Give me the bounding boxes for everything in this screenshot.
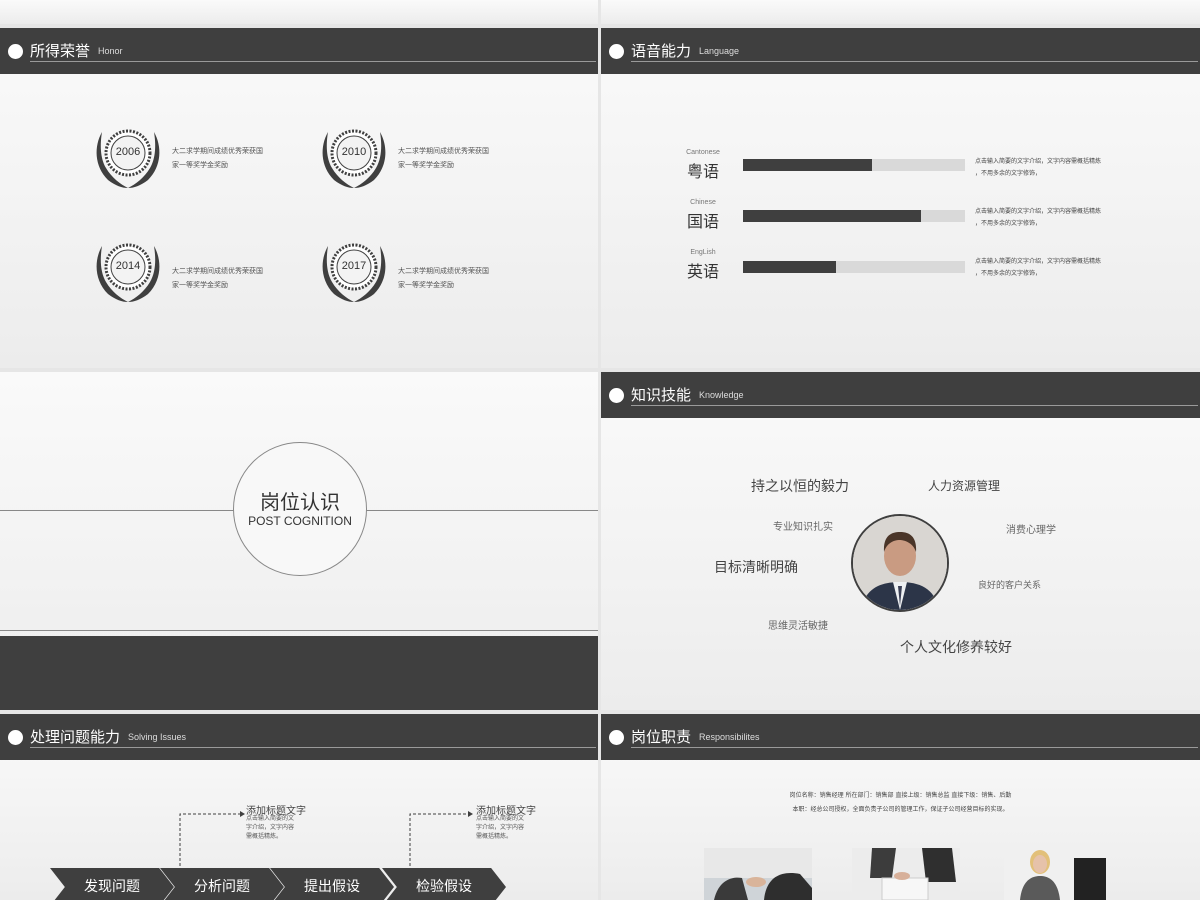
- skill-keyword: 良好的客户关系: [978, 581, 1042, 591]
- honor-description: 大二求学期间成绩优秀荣获国 家一等奖学金奖励: [398, 267, 489, 289]
- honor-description: 大二求学期间成绩优秀荣获国 家一等奖学金奖励: [172, 147, 263, 169]
- language-level-bar: [743, 159, 965, 171]
- note-description: 点击输入简要的文 字介绍，文字内容 需概括精炼。: [246, 815, 295, 840]
- skill-keyword: 人力资源管理: [928, 479, 1001, 493]
- slide-language[interactable]: 语音能力 Language Cantonese 粤语 点击输入简要的文字介绍，文…: [601, 28, 1200, 368]
- process-step-arrow: 检验假设: [382, 868, 506, 900]
- bullet-icon: [609, 44, 624, 59]
- slide-top-right-partial: [601, 0, 1200, 24]
- language-name-en: EngLish: [690, 249, 716, 256]
- slide-honor[interactable]: 所得荣誉 Honor 2006 大二求学期间成绩优秀荣获国 家一等奖学金奖励 20…: [0, 28, 598, 368]
- note-description: 点击输入简要的文 字介绍，文字内容 需概括精炼。: [476, 815, 525, 840]
- honor-year: 2017: [341, 260, 367, 272]
- language-name-cn: 英语: [686, 262, 719, 281]
- avatar: [851, 514, 949, 612]
- process-step-arrow: 提出假设: [270, 868, 394, 900]
- skill-keyword: 专业知识扎实: [773, 522, 833, 533]
- slide-subtitle: Honor: [98, 46, 123, 56]
- header-divider: [30, 61, 596, 62]
- section-subtitle: POST COGNITION: [248, 514, 352, 528]
- language-level-bar: [743, 210, 965, 222]
- skill-keyword: 持之以恒的毅力: [751, 479, 849, 495]
- language-description: 点击输入简要的文字介绍，文字内容需概括精炼 ，不用多余的文字修饰，: [975, 208, 1102, 227]
- language-level-fill: [743, 159, 872, 171]
- honor-year: 2006: [115, 146, 141, 158]
- honor-year: 2014: [115, 260, 141, 272]
- slide-post-cognition[interactable]: 岗位认识 POST COGNITION: [0, 372, 598, 710]
- skill-keyword: 目标清晰明确: [714, 560, 798, 576]
- language-name-cn: 粤语: [686, 162, 719, 181]
- slide-title: 岗位职责: [631, 728, 692, 746]
- laurel-wreath-icon: 2017: [318, 236, 390, 304]
- laurel-wreath-icon: 2006: [92, 122, 164, 190]
- language-name-cn: 国语: [686, 212, 719, 231]
- slide-header: 所得荣誉 Honor: [0, 28, 598, 74]
- job-info-line: 岗位名称：销售经理 所在部门：销售部 直接上级：销售总监 直接下级：销售、后勤: [789, 792, 1012, 799]
- slide-title: 知识技能: [631, 386, 692, 404]
- process-step-arrow: 分析问题: [160, 868, 284, 900]
- slide-knowledge[interactable]: 知识技能 Knowledge 持之以恒的毅力 人力资源管理 专业知识扎实 消费心…: [601, 372, 1200, 710]
- slide-header: 语音能力 Language: [601, 28, 1200, 74]
- slide-header: 岗位职责 Responsibilites: [601, 714, 1200, 760]
- header-divider: [631, 747, 1198, 748]
- business-documents-photo: [852, 848, 960, 900]
- bullet-icon: [8, 44, 23, 59]
- language-name-en: Cantonese: [686, 149, 720, 156]
- section-title: 岗位认识: [260, 490, 340, 514]
- language-level-fill: [743, 210, 921, 222]
- language-level-fill: [743, 261, 837, 273]
- bullet-icon: [609, 388, 624, 403]
- skill-keyword: 思维灵活敏捷: [768, 621, 828, 632]
- skill-keyword: 消费心理学: [1006, 525, 1056, 536]
- job-duty-line: 本职：经总公司授权，全面负责子公司的管理工作，保证子公司经营目标的实现。: [792, 806, 1009, 813]
- slide-title: 所得荣誉: [30, 42, 91, 60]
- header-divider: [631, 61, 1198, 62]
- businesswoman-photo: [1004, 848, 1106, 900]
- business-meeting-photo: [704, 848, 812, 900]
- language-description: 点击输入简要的文字介绍，文字内容需概括精炼 ，不用多余的文字修饰，: [975, 258, 1102, 277]
- slide-title: 语音能力: [631, 42, 692, 60]
- bullet-icon: [609, 730, 624, 745]
- honor-year: 2010: [341, 146, 367, 158]
- skill-keyword: 个人文化修养较好: [900, 640, 1012, 656]
- slide-top-left-partial: [0, 0, 598, 24]
- language-description: 点击输入简要的文字介绍，文字内容需概括精炼 ，不用多余的文字修饰，: [975, 158, 1102, 177]
- slide-subtitle: Knowledge: [699, 390, 744, 400]
- language-name-en: Chinese: [690, 199, 716, 206]
- slide-subtitle: Responsibilites: [699, 732, 760, 742]
- honor-description: 大二求学期间成绩优秀荣获国 家一等奖学金奖励: [398, 147, 489, 169]
- header-divider: [631, 405, 1198, 406]
- bottom-band: [0, 636, 598, 710]
- laurel-wreath-icon: 2010: [318, 122, 390, 190]
- language-level-bar: [743, 261, 965, 273]
- honor-description: 大二求学期间成绩优秀荣获国 家一等奖学金奖励: [172, 267, 263, 289]
- laurel-wreath-icon: 2014: [92, 236, 164, 304]
- slide-subtitle: Language: [699, 46, 740, 56]
- bottom-rule: [0, 630, 598, 631]
- slide-header: 知识技能 Knowledge: [601, 372, 1200, 418]
- process-step-arrow: 发现问题: [50, 868, 174, 900]
